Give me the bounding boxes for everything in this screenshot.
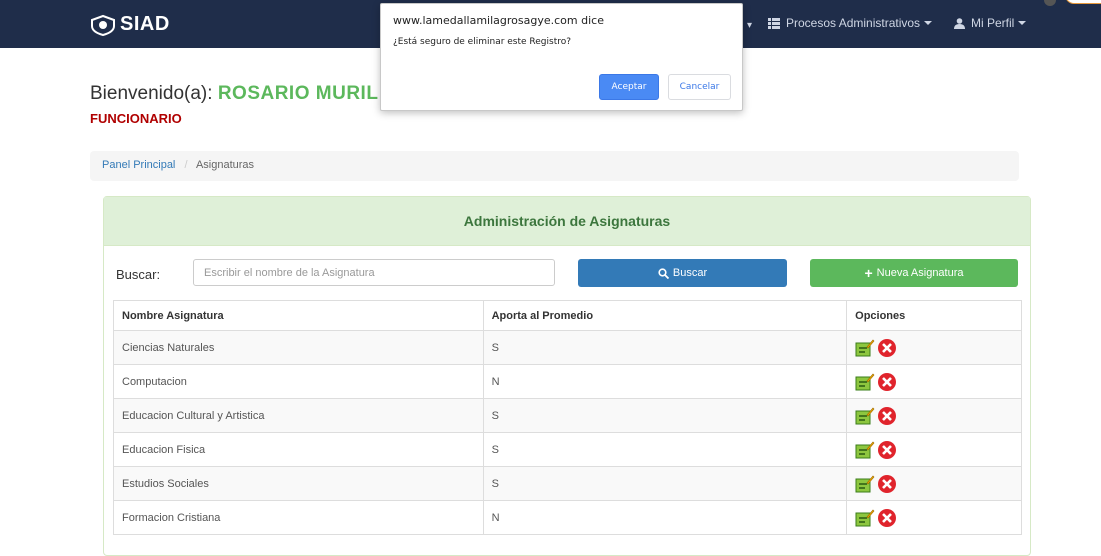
welcome-text: Bienvenido(a): ROSARIO MURIL: [90, 83, 378, 105]
cell-opciones: [846, 432, 1022, 467]
brand[interactable]: SIAD: [90, 13, 170, 36]
nav-procesos-menu[interactable]: Procesos Administrativos: [768, 16, 933, 30]
breadcrumb-separator: /: [184, 159, 188, 171]
edit-icon[interactable]: [855, 509, 875, 527]
cell-opciones: [846, 330, 1022, 365]
cell-opciones: [846, 364, 1022, 399]
new-subject-button-label: Nueva Asignatura: [876, 267, 964, 279]
edit-icon[interactable]: [855, 339, 875, 357]
delete-icon[interactable]: [877, 474, 897, 494]
plus-icon: +: [864, 265, 873, 281]
breadcrumb-home-link[interactable]: Panel Principal: [102, 159, 175, 171]
table-row: Formacion Cristiana N: [113, 500, 1022, 535]
cell-nombre: Formacion Cristiana: [113, 500, 484, 535]
delete-icon[interactable]: [877, 406, 897, 426]
cell-opciones: [846, 500, 1022, 535]
cell-nombre: Educacion Cultural y Artistica: [113, 398, 484, 433]
nav-procesos-label: Procesos Administrativos: [786, 16, 921, 30]
dialog-cancel-button[interactable]: Cancelar: [668, 74, 731, 100]
welcome-prefix: Bienvenido(a):: [90, 83, 213, 104]
table-row: Ciencias Naturales S: [113, 330, 1022, 365]
edit-icon[interactable]: [855, 407, 875, 425]
chevron-down-icon: [1018, 21, 1027, 25]
header-opciones: Opciones: [846, 300, 1022, 331]
delete-icon[interactable]: [877, 508, 897, 528]
panel-title: Administración de Asignaturas: [104, 197, 1030, 246]
cell-aporta: S: [482, 466, 848, 501]
browser-profile-icon[interactable]: [1044, 0, 1056, 6]
search-button-label: Buscar: [672, 267, 708, 279]
delete-icon[interactable]: [877, 440, 897, 460]
confirm-dialog: www.lamedallamilagrosagye.com dice ¿Está…: [380, 3, 743, 111]
table-row: Educacion Cultural y Artistica S: [113, 398, 1022, 433]
delete-icon[interactable]: [877, 338, 897, 358]
breadcrumb: Panel Principal / Asignaturas: [90, 151, 1019, 181]
cell-aporta: N: [482, 500, 848, 535]
cell-opciones: [846, 466, 1022, 501]
user-name: ROSARIO MURIL: [217, 83, 379, 104]
search-icon: [658, 267, 669, 279]
cell-aporta: S: [482, 398, 848, 433]
cell-aporta: N: [482, 364, 848, 399]
cell-nombre: Computacion: [113, 364, 484, 399]
user-role: FUNCIONARIO: [90, 111, 182, 126]
cell-aporta: S: [482, 330, 848, 365]
dialog-message: ¿Está seguro de eliminar este Registro?: [393, 37, 572, 47]
cell-aporta: S: [482, 432, 848, 467]
brand-text: SIAD: [120, 13, 170, 35]
breadcrumb-current: Asignaturas: [195, 159, 255, 171]
brand-logo-icon: [91, 14, 115, 36]
subjects-table: Nombre Asignatura Aporta al Promedio Opc…: [113, 300, 1022, 535]
new-subject-button[interactable]: + Nueva Asignatura: [810, 259, 1018, 287]
subjects-panel: Administración de Asignaturas Buscar: Bu…: [103, 196, 1031, 556]
cell-nombre: Estudios Sociales: [113, 466, 484, 501]
table-row: Computacion N: [113, 364, 1022, 399]
header-aporta[interactable]: Aporta al Promedio: [482, 300, 848, 331]
list-icon: [768, 17, 780, 29]
edit-icon[interactable]: [855, 475, 875, 493]
cell-nombre: Ciencias Naturales: [113, 330, 484, 365]
cell-nombre: Educacion Fisica: [113, 432, 484, 467]
edit-icon[interactable]: [855, 441, 875, 459]
dialog-accept-button[interactable]: Aceptar: [599, 74, 659, 100]
nav-perfil-menu[interactable]: Mi Perfil: [954, 16, 1027, 30]
search-button[interactable]: Buscar: [578, 259, 787, 287]
search-label: Buscar:: [116, 267, 161, 282]
chevron-down-icon: [924, 21, 933, 25]
cell-opciones: [846, 398, 1022, 433]
dialog-origin: www.lamedallamilagrosagye.com dice: [393, 14, 604, 27]
browser-extension-button[interactable]: [1065, 0, 1101, 4]
nav-caret-icon: ▾: [747, 20, 753, 31]
header-nombre[interactable]: Nombre Asignatura: [113, 300, 484, 331]
search-input[interactable]: [193, 259, 555, 286]
user-icon: [954, 17, 965, 29]
table-header-row: Nombre Asignatura Aporta al Promedio Opc…: [113, 300, 1022, 331]
nav-perfil-label: Mi Perfil: [971, 16, 1015, 30]
table-row: Educacion Fisica S: [113, 432, 1022, 467]
delete-icon[interactable]: [877, 372, 897, 392]
edit-icon[interactable]: [855, 373, 875, 391]
table-row: Estudios Sociales S: [113, 466, 1022, 501]
